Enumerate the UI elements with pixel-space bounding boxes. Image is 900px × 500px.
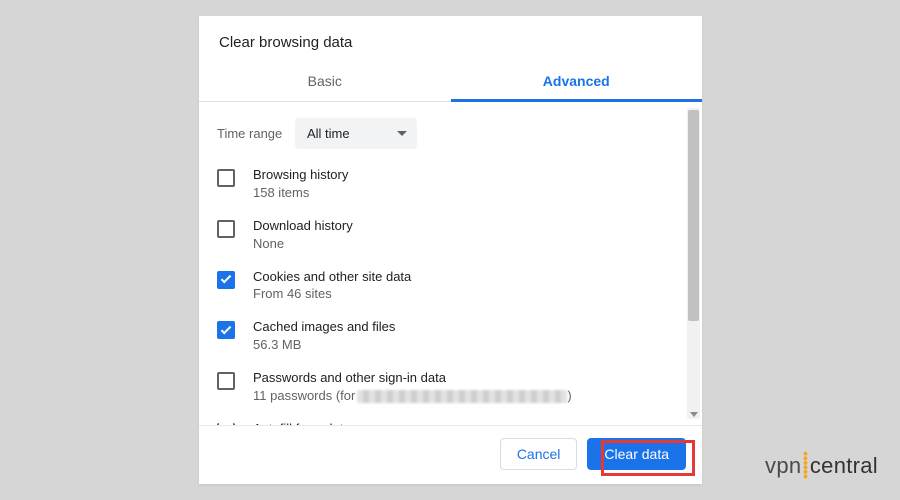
option-cookies[interactable]: Cookies and other site data From 46 site… (217, 269, 678, 304)
scrollbar-down-icon[interactable] (690, 412, 698, 417)
time-range-label: Time range (217, 126, 295, 141)
option-text: Browsing history 158 items (253, 167, 348, 202)
scrollbar-thumb[interactable] (688, 110, 699, 321)
checkbox-cached-images[interactable] (217, 321, 235, 339)
watermark-divider-icon: ⸽ (801, 448, 809, 481)
checkmark-icon (221, 324, 232, 335)
checkbox-autofill[interactable] (217, 423, 235, 426)
time-range-value: All time (307, 126, 350, 141)
cancel-button[interactable]: Cancel (500, 438, 578, 470)
clear-browsing-data-dialog: Clear browsing data Basic Advanced Time … (199, 16, 702, 484)
checkbox-cookies[interactable] (217, 271, 235, 289)
redacted-text (357, 390, 567, 403)
tab-basic[interactable]: Basic (199, 63, 451, 102)
option-text: Passwords and other sign-in data 11 pass… (253, 370, 572, 405)
passwords-sub-suffix: ) (567, 388, 571, 405)
checkbox-browsing-history[interactable] (217, 169, 235, 187)
watermark-vpn: vpn (765, 453, 801, 479)
option-text: Cached images and files 56.3 MB (253, 319, 395, 354)
option-text: Cookies and other site data From 46 site… (253, 269, 411, 304)
dialog-title: Clear browsing data (199, 16, 702, 63)
option-text: Download history None (253, 218, 353, 253)
tabs: Basic Advanced (199, 63, 702, 102)
option-title: Cached images and files (253, 319, 395, 336)
option-title: Passwords and other sign-in data (253, 370, 572, 387)
option-passwords[interactable]: Passwords and other sign-in data 11 pass… (217, 370, 678, 405)
option-subtitle: From 46 sites (253, 286, 411, 303)
option-browsing-history[interactable]: Browsing history 158 items (217, 167, 678, 202)
option-subtitle: 56.3 MB (253, 337, 395, 354)
option-subtitle: 158 items (253, 185, 348, 202)
checkbox-download-history[interactable] (217, 220, 235, 238)
option-title: Download history (253, 218, 353, 235)
watermark-logo: vpn ⸽ central (765, 449, 878, 482)
option-download-history[interactable]: Download history None (217, 218, 678, 253)
option-subtitle: 11 passwords (for ) (253, 388, 572, 405)
options-list: Time range All time Browsing history 158… (199, 102, 686, 426)
chevron-down-icon (397, 131, 407, 136)
option-subtitle: None (253, 236, 353, 253)
time-range-row: Time range All time (217, 118, 678, 149)
dialog-buttons: Cancel Clear data (199, 426, 702, 484)
option-autofill[interactable]: Autofill form data (217, 421, 678, 426)
option-cached-images[interactable]: Cached images and files 56.3 MB (217, 319, 678, 354)
tab-advanced[interactable]: Advanced (451, 63, 703, 102)
options-scroll-area: Time range All time Browsing history 158… (199, 102, 702, 426)
option-title: Cookies and other site data (253, 269, 411, 286)
option-title: Autofill form data (253, 421, 351, 426)
passwords-sub-prefix: 11 passwords (for (253, 388, 355, 405)
time-range-select[interactable]: All time (295, 118, 417, 149)
watermark-central: central (810, 453, 878, 479)
checkbox-passwords[interactable] (217, 372, 235, 390)
option-text: Autofill form data (253, 421, 351, 426)
option-title: Browsing history (253, 167, 348, 184)
checkmark-icon (221, 273, 232, 284)
clear-data-button[interactable]: Clear data (587, 438, 686, 470)
scrollbar[interactable] (687, 108, 700, 419)
